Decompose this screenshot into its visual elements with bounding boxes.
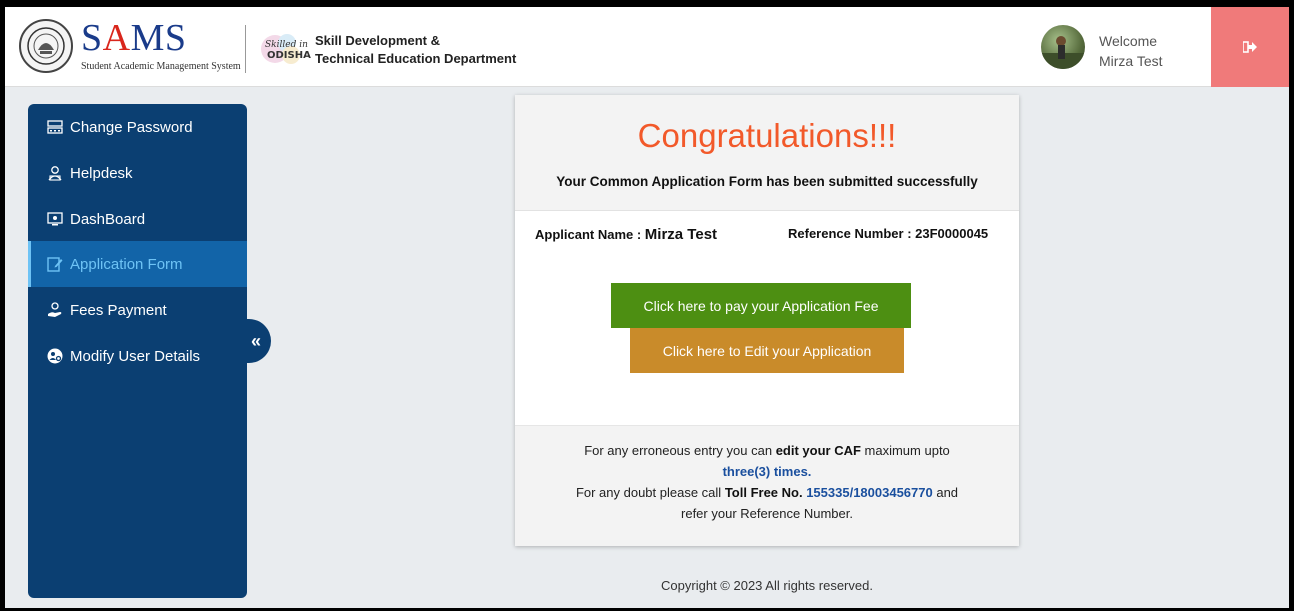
sidebar-item-fees-payment[interactable]: Fees Payment [28, 287, 247, 333]
applicant-name: Applicant Name : Mirza Test [535, 226, 718, 243]
odisha-emblem-logo [19, 19, 73, 73]
user-avatar[interactable] [1041, 25, 1085, 69]
keyboard-icon [46, 118, 64, 136]
edit-limit-note: For any erroneous entry you can edit you… [575, 443, 959, 521]
sidebar-item-modify-user-details[interactable]: Modify User Details [28, 333, 247, 379]
reference-number: Reference Number : 23F0000045 [788, 226, 989, 241]
sams-brand: SAMS [81, 17, 187, 59]
user-headset-icon [46, 164, 64, 182]
toll-free-number: 155335/18003456770 [806, 485, 933, 500]
sidebar-item-application-form[interactable]: Application Form [28, 241, 247, 287]
svg-text:Skilled in: Skilled in [265, 40, 308, 50]
edit-application-button[interactable]: Click here to Edit your Application [630, 328, 904, 373]
sidebar-item-label: Fees Payment [70, 301, 167, 319]
confirmation-card: Congratulations!!! Your Common Applicati… [515, 95, 1019, 546]
header-divider [245, 25, 246, 73]
welcome-label: Welcome [1099, 33, 1158, 49]
copyright-text: Copyright © 2023 All rights reserved. [661, 578, 873, 593]
monitor-icon [46, 210, 64, 228]
card-header: Congratulations!!! Your Common Applicati… [515, 95, 1019, 211]
sidebar-item-label: Modify User Details [70, 347, 201, 365]
sidebar-item-label: Application Form [70, 255, 183, 273]
skilled-in-odisha-logo: Skilled in ODISHA [261, 29, 311, 69]
sidebar-item-change-password[interactable]: Change Password [28, 104, 247, 150]
card-footer-note: For any erroneous entry you can edit you… [515, 425, 1019, 546]
user-cog-icon [46, 347, 64, 365]
sidebar-item-helpdesk[interactable]: Helpdesk [28, 150, 247, 196]
logout-button[interactable] [1211, 7, 1289, 87]
sidebar: Change Password Helpdesk DashBoard Appli… [28, 104, 247, 598]
user-name: Mirza Test [1099, 53, 1163, 69]
sidebar-item-label: Change Password [70, 118, 193, 136]
sidebar-item-label: DashBoard [70, 210, 146, 228]
sidebar-item-label: Helpdesk [70, 164, 133, 182]
congratulations-heading: Congratulations!!! [637, 117, 897, 154]
submission-message: Your Common Application Form has been su… [556, 174, 978, 189]
top-header: SAMS Student Academic Management System … [5, 7, 1289, 87]
app-frame: SAMS Student Academic Management System … [5, 7, 1289, 608]
department-name: Skill Development & Technical Education … [315, 33, 517, 66]
pay-application-fee-button[interactable]: Click here to pay your Application Fee [611, 283, 911, 328]
sign-out-icon [1243, 41, 1257, 53]
collapse-sidebar-button[interactable]: « [241, 319, 271, 363]
edit-form-icon [46, 255, 64, 273]
welcome-text: Welcome Mirza Test [1099, 31, 1163, 71]
svg-text:ODISHA: ODISHA [267, 50, 311, 61]
brand-subtitle: Student Academic Management System [81, 61, 241, 72]
sidebar-item-dashboard[interactable]: DashBoard [28, 196, 247, 242]
hand-coins-icon [46, 301, 64, 319]
double-chevron-left-icon: « [250, 330, 261, 351]
